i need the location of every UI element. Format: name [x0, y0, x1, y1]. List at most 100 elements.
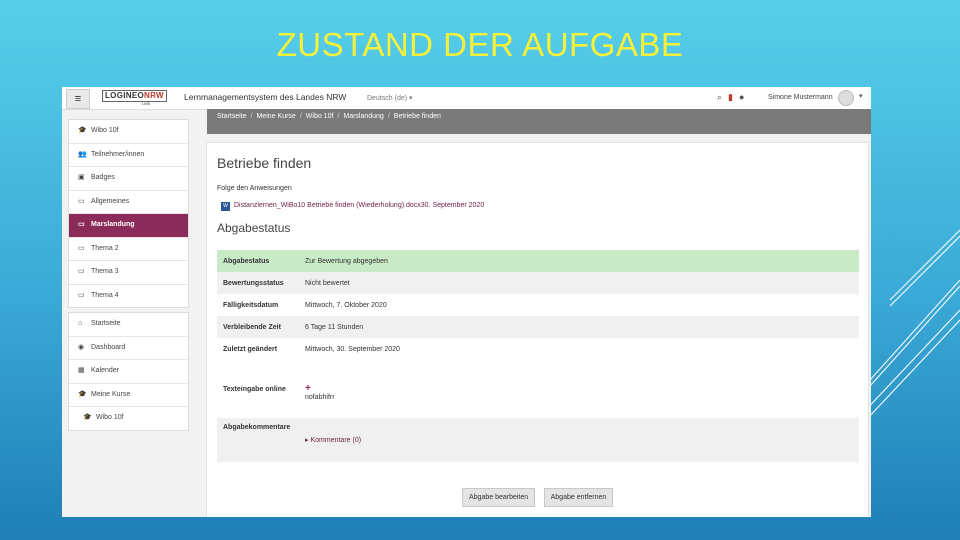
search-icon[interactable]: ⌕: [717, 92, 722, 102]
breadcrumb-separator: /: [299, 113, 302, 120]
logineo-logo: LOGINEONRW: [102, 90, 167, 102]
sidebar-item-label: Dashboard: [91, 343, 126, 351]
users-icon: 👥: [78, 150, 87, 158]
folder-icon: ▭: [78, 221, 85, 228]
status-label: Fälligkeitsdatum: [217, 294, 299, 316]
status-value: Mittwoch, 7. Oktober 2020: [299, 294, 859, 316]
sidebar-item-dashboard[interactable]: ◉ Dashboard: [69, 337, 188, 360]
online-text-value: nofabhifrr: [305, 394, 335, 401]
status-label: Abgabekommentare: [217, 418, 299, 462]
sidebar-item-label: Teilnehmer/innen: [91, 150, 145, 158]
chevron-down-icon[interactable]: ▾: [859, 92, 863, 100]
decorative-lines: [860, 229, 960, 420]
sidebar-item-allgemeines[interactable]: ▭ Allgemeines: [69, 191, 188, 214]
sidebar-item-label: Startseite: [91, 320, 121, 327]
comments-link[interactable]: ▸ Kommentare (0): [305, 437, 361, 444]
sidebar-item-kalender[interactable]: ▦ Kalender: [69, 360, 188, 384]
home-icon: ⌂: [78, 320, 83, 327]
dashboard-icon: ◉: [78, 343, 85, 351]
messages-icon[interactable]: ●: [739, 92, 744, 102]
status-row: Verbleibende Zeit 6 Tage 11 Stunden: [217, 316, 859, 338]
graduation-cap-icon: 🎓: [78, 127, 87, 134]
breadcrumb-separator: /: [387, 113, 390, 120]
top-navbar: ≡ LOGINEONRW LMS Lernmanagementsystem de…: [62, 87, 871, 110]
site-name[interactable]: Lernmanagementsystem des Landes NRW: [184, 92, 346, 102]
breadcrumb-item[interactable]: Meine Kurse: [257, 113, 296, 120]
calendar-icon: ▦: [78, 367, 85, 374]
sidebar-item-label: Thema 3: [91, 268, 119, 275]
section-title: Abgabestatus: [217, 221, 291, 235]
status-value: Zur Bewertung abgegeben: [299, 250, 859, 272]
sidebar-item-label: Kalender: [91, 367, 120, 374]
attachment-link[interactable]: W Distanzlernen_WiBo10 Betriebe finden (W…: [221, 202, 484, 211]
graduation-cap-icon: 🎓: [83, 414, 92, 421]
breadcrumb-separator: /: [250, 113, 253, 120]
sidebar-site-nav: ⌂ Startseite ◉ Dashboard ▦ Kalender 🎓 Meine Kur…: [68, 312, 189, 431]
sidebar-item-label: Thema 4: [91, 291, 119, 299]
status-row: Fälligkeitsdatum Mittwoch, 7. Oktober 202…: [217, 294, 859, 316]
instructions-text: Folge den Anweisungen: [217, 185, 292, 192]
breadcrumb-separator: /: [337, 113, 340, 120]
status-label: Bewertungsstatus: [217, 272, 299, 294]
edit-submission-button[interactable]: Abgabe bearbeiten: [462, 488, 536, 507]
sidebar-item-label: Wibo 10f: [96, 414, 124, 421]
status-label: Texteingabe online: [217, 360, 299, 418]
notification-icon[interactable]: ▮: [728, 92, 733, 102]
status-row: Zuletzt geändert Mittwoch, 30. September …: [217, 338, 859, 360]
status-row-comments: Abgabekommentare ▸ Kommentare (0): [217, 418, 859, 462]
breadcrumb-item[interactable]: Marslandung: [343, 113, 383, 120]
sidebar-item-label: Badges: [91, 174, 115, 181]
status-value: 6 Tage 11 Stunden: [299, 316, 859, 338]
sidebar-item-startseite[interactable]: ⌂ Startseite: [69, 313, 188, 337]
sidebar-item-label: Wibo 10f: [91, 127, 119, 134]
word-file-icon: W: [221, 202, 230, 211]
main-content: Betriebe finden Folge den Anweisungen WD…: [206, 142, 869, 517]
folder-icon: ▭: [78, 244, 85, 252]
sidebar-item-label: Marslandung: [91, 221, 135, 228]
sidebar-item-thema-3[interactable]: ▭ Thema 3: [69, 261, 188, 285]
sidebar-item-wibo-10f[interactable]: 🎓 Wibo 10f: [69, 407, 188, 430]
sidebar-item-wibo-10f[interactable]: 🎓 Wibo 10f: [69, 120, 188, 144]
status-value: Mittwoch, 30. September 2020: [299, 338, 859, 360]
breadcrumb: Startseite / Meine Kurse / Wibo 10f / Marsland…: [207, 109, 871, 134]
sidebar-item-thema-2[interactable]: ▭ Thema 2: [69, 238, 188, 261]
status-label: Abgabestatus: [217, 250, 299, 272]
page-title: Betriebe finden: [217, 155, 312, 171]
status-row: Abgabestatus Zur Bewertung abgegeben: [217, 250, 859, 272]
sidebar-item-meine-kurse[interactable]: 🎓 Meine Kurse: [69, 384, 188, 407]
status-value: + nofabhifrr: [299, 360, 859, 418]
status-label: Zuletzt geändert: [217, 338, 299, 360]
breadcrumb-item[interactable]: Wibo 10f: [306, 113, 334, 120]
sidebar-item-badges[interactable]: ▣ Badges: [69, 167, 188, 191]
plus-icon[interactable]: +: [305, 383, 853, 394]
breadcrumb-item[interactable]: Betriebe finden: [394, 113, 441, 120]
avatar[interactable]: [838, 90, 854, 106]
lms-screenshot: ≡ LOGINEONRW LMS Lernmanagementsystem de…: [62, 87, 871, 517]
sidebar-item-marslandung[interactable]: ▭ Marslandung: [69, 214, 188, 238]
user-name[interactable]: Simone Mustermann: [768, 94, 833, 101]
sidebar-item-teilnehmer-innen[interactable]: 👥 Teilnehmer/innen: [69, 144, 188, 167]
sidebar: 🎓 Wibo 10f 👥 Teilnehmer/innen ▣ Badges ▭ Allgem…: [68, 119, 189, 435]
folder-icon: ▭: [78, 268, 85, 275]
breadcrumb-item[interactable]: Startseite: [217, 113, 247, 120]
folder-icon: ▭: [78, 291, 85, 299]
status-value: ▸ Kommentare (0): [299, 418, 859, 462]
sidebar-item-label: Thema 2: [91, 244, 119, 252]
folder-icon: ▭: [78, 197, 85, 205]
badge-icon: ▣: [78, 174, 85, 181]
hamburger-icon[interactable]: ≡: [66, 89, 90, 109]
status-row-online-text: Texteingabe online + nofabhifrr: [217, 360, 859, 418]
submission-status-table: Abgabestatus Zur Bewertung abgegeben Bewer…: [217, 250, 859, 462]
remove-submission-button[interactable]: Abgabe entfernen: [543, 488, 614, 507]
sidebar-item-thema-4[interactable]: ▭ Thema 4: [69, 285, 188, 308]
language-selector[interactable]: Deutsch (de) ▾: [367, 94, 413, 102]
status-label: Verbleibende Zeit: [217, 316, 299, 338]
slide-title: ZUSTAND DER AUFGABE: [276, 26, 684, 63]
status-row: Bewertungsstatus Nicht bewertet: [217, 272, 859, 294]
sidebar-item-label: Meine Kurse: [91, 390, 131, 398]
sidebar-item-label: Allgemeines: [91, 197, 130, 205]
status-value: Nicht bewertet: [299, 272, 859, 294]
graduation-cap-icon: 🎓: [78, 390, 87, 398]
sidebar-course-nav: 🎓 Wibo 10f 👥 Teilnehmer/innen ▣ Badges ▭ Allgem…: [68, 119, 189, 308]
logo-subtitle: LMS: [142, 101, 151, 106]
